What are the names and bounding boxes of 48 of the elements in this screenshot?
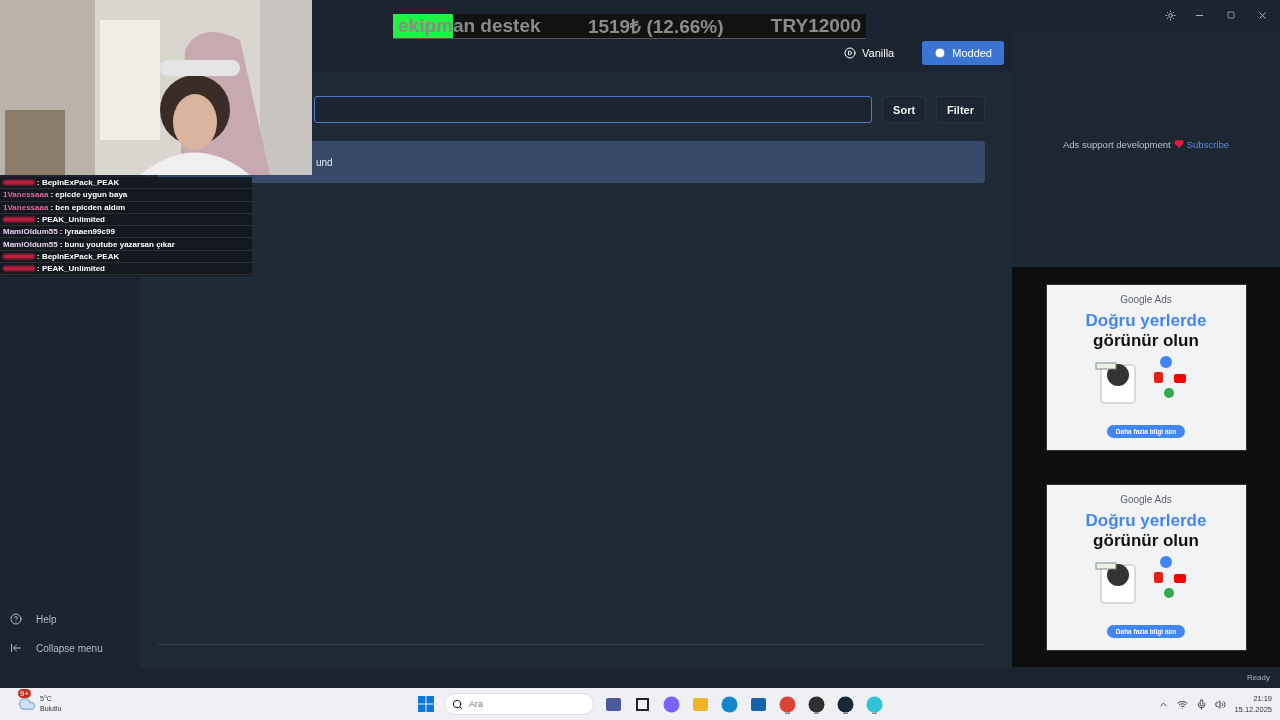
help-icon (10, 613, 22, 625)
status-text: Ready (1246, 673, 1270, 682)
ads-note: Ads support development (1063, 139, 1171, 152)
goal-target: TRY12000 (770, 15, 861, 37)
sidebar-item[interactable]: Help (10, 610, 140, 628)
app-icon[interactable] (836, 694, 855, 714)
ad-headline: Doğru yerlerde (1085, 511, 1207, 531)
taskbar-search-field[interactable]: Ara (444, 693, 594, 715)
chat-text: : bunu youtube yazarsan çıkar (59, 239, 175, 249)
theme-icon[interactable] (1165, 9, 1176, 21)
search-field[interactable] (314, 96, 873, 123)
chat-username: MamiOldum55 (3, 239, 58, 249)
chat-text: : ben epicden aldım (50, 202, 126, 212)
message-text: und (316, 156, 333, 168)
heart-icon (1173, 139, 1184, 149)
chat-username: 1Vanessaaa (3, 190, 49, 200)
close-icon[interactable] (1257, 9, 1268, 21)
play-icon (844, 47, 856, 59)
ad-subline: görünür olun (1093, 531, 1199, 551)
ad-brand: Google Ads (1120, 494, 1172, 505)
chat-username: MamiOldum55 (3, 227, 58, 237)
maximize-icon[interactable] (1227, 11, 1235, 19)
ad-headline: Doğru yerlerde (1085, 311, 1207, 331)
collapse-icon (10, 642, 22, 654)
ad-subline: görünür olun (1093, 331, 1199, 351)
volume-icon[interactable] (1215, 698, 1227, 710)
chat-text: : BepInExPack_PEAK (37, 178, 120, 188)
sidebar-item[interactable]: Collapse menu (10, 639, 140, 657)
subscribe-link[interactable]: Subscribe (1186, 139, 1229, 267)
toolbar-button[interactable]: Sort (882, 96, 927, 123)
app-icon[interactable] (807, 694, 826, 714)
cloud-icon[interactable] (18, 695, 36, 713)
chat-username: 1Vanessaaa (3, 202, 49, 212)
chat-text: : lyraaen99c99 (59, 227, 115, 237)
goal-amount: 1519₺ (12.66%) (587, 15, 724, 39)
launch-button[interactable]: Modded (922, 41, 1004, 65)
chat-text: : PEAK_Unlimited (37, 215, 105, 225)
ad-brand: Google Ads (1120, 294, 1172, 305)
chat-text: : BepInExPack_PEAK (37, 251, 120, 261)
wifi-icon[interactable] (1177, 698, 1189, 710)
toolbar-button[interactable]: Filter (936, 96, 985, 123)
mic-icon[interactable] (1196, 698, 1208, 710)
launch-button[interactable]: Vanilla (832, 41, 907, 65)
start-icon[interactable] (418, 696, 434, 712)
chat-text: : epicde uygun baya (50, 190, 128, 200)
play-icon (934, 47, 947, 59)
chat-text: : PEAK_Unlimited (37, 264, 105, 274)
notification-badge: 9+ (18, 689, 32, 698)
